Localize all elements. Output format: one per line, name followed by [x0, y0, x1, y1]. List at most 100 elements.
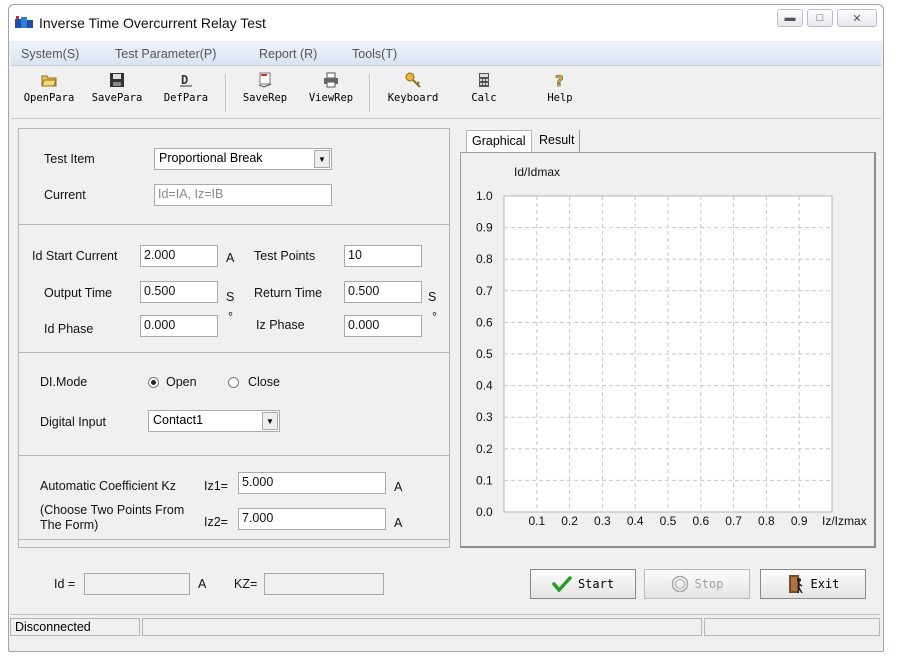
stop-label: Stop [694, 577, 724, 591]
id-phase-label: Id Phase [44, 322, 94, 336]
save-para-label: SavePara [91, 92, 143, 104]
kz-label: Automatic Coefficient Kz [40, 479, 176, 493]
keyboard-label: Keyboard [387, 92, 439, 104]
def-para-button[interactable]: D DefPara [153, 68, 219, 114]
di-mode-label: DI.Mode [40, 375, 88, 389]
kz-result-label: KZ= [234, 577, 258, 591]
y-tick-label: 0.2 [476, 442, 493, 456]
exit-label: Exit [810, 577, 840, 591]
y-tick-label: 0.9 [476, 221, 493, 235]
minimize-button[interactable]: ▬ [777, 9, 803, 27]
di-mode-open-label[interactable]: Open [166, 375, 197, 389]
status-cell-middle [142, 618, 702, 636]
id-start-current-input[interactable]: 2.000 [140, 245, 218, 267]
stop-button[interactable]: Stop [644, 569, 750, 599]
open-para-button[interactable]: OpenPara [17, 68, 81, 114]
calculator-icon [479, 73, 489, 87]
app-icon [15, 16, 33, 28]
iz-phase-input[interactable]: 0.000 [344, 315, 422, 337]
maximize-button[interactable]: □ [807, 9, 833, 27]
save-report-label: SaveRep [242, 92, 288, 104]
y-tick-label: 0.4 [476, 379, 493, 393]
default-params-icon: D [180, 73, 192, 87]
toolbar-separator [225, 74, 227, 112]
x-tick-label: 0.3 [594, 514, 611, 528]
maximize-icon: □ [816, 12, 824, 24]
digital-input-label: Digital Input [40, 415, 107, 429]
view-report-button[interactable]: ViewRep [299, 68, 363, 114]
kz-result-field [264, 573, 384, 595]
y-axis-title: Id/Idmax [514, 165, 560, 179]
current-label: Current [44, 188, 86, 202]
calc-label: Calc [471, 92, 497, 104]
svg-text:?: ? [555, 72, 564, 88]
calc-button[interactable]: Calc [459, 68, 509, 114]
start-button[interactable]: Start [530, 569, 636, 599]
svg-text:D: D [181, 73, 188, 87]
open-para-label: OpenPara [23, 92, 75, 104]
iz2-label: Iz2= [204, 515, 228, 529]
toolbar-separator [369, 74, 371, 112]
help-label: Help [547, 92, 573, 104]
iz-phase-label: Iz Phase [256, 318, 305, 332]
test-item-value: Proportional Break [159, 151, 263, 165]
x-tick-label: 0.6 [692, 514, 709, 528]
menu-report[interactable]: Report (R) [259, 47, 317, 61]
save-para-button[interactable]: SavePara [83, 68, 151, 114]
open-folder-icon [41, 75, 57, 87]
id-start-current-unit: A [226, 251, 235, 265]
y-tick-label: 0.6 [476, 315, 493, 329]
x-tick-label: 0.5 [660, 514, 677, 528]
y-tick-label: 0.3 [476, 410, 493, 424]
ratio-chart: 0.0 0.1 0.2 0.3 0.4 0.5 0.6 0.7 0.8 0.9 1.0 0.1 0.2… [462, 156, 872, 540]
menu-tools[interactable]: Tools(T) [352, 47, 397, 61]
keyboard-button[interactable]: Keyboard [377, 68, 449, 114]
exit-button[interactable]: Exit [760, 569, 866, 599]
y-tick-label: 0.8 [476, 252, 493, 266]
kz-note: (Choose Two Points From The Form) [40, 503, 185, 532]
x-tick-label: 0.7 [725, 514, 742, 528]
output-time-unit: S [226, 290, 235, 304]
return-time-unit: S [428, 290, 437, 304]
output-time-input[interactable]: 0.500 [140, 281, 218, 303]
id-phase-input[interactable]: 0.000 [140, 315, 218, 337]
section-divider [19, 224, 449, 225]
iz2-unit: A [394, 516, 403, 530]
iz1-unit: A [394, 480, 403, 494]
di-mode-close-radio[interactable] [228, 377, 239, 388]
menu-test-parameter[interactable]: Test Parameter(P) [115, 47, 216, 61]
tab-result[interactable]: Result [534, 130, 581, 152]
x-tick-label: 0.2 [561, 514, 578, 528]
y-tick-label: 0.0 [476, 505, 493, 519]
test-points-label: Test Points [254, 249, 316, 263]
test-item-label: Test Item [44, 152, 95, 166]
id-phase-unit: ° [228, 310, 233, 324]
tab-graphical[interactable]: Graphical [466, 130, 532, 152]
x-tick-label: 0.4 [627, 514, 644, 528]
digital-input-select[interactable]: Contact1 ▼ [148, 410, 280, 432]
test-points-input[interactable]: 10 [344, 245, 422, 267]
iz1-input[interactable]: 5.000 [238, 472, 386, 494]
close-button[interactable]: ✕ [837, 9, 877, 27]
help-icon: ? [555, 72, 564, 88]
id-start-current-label: Id Start Current [32, 249, 118, 263]
save-report-button[interactable]: SaveRep [233, 68, 297, 114]
return-time-input[interactable]: 0.500 [344, 281, 422, 303]
printer-icon [324, 72, 338, 88]
di-mode-close-label[interactable]: Close [248, 375, 280, 389]
y-tick-label: 0.7 [476, 284, 493, 298]
status-cell-right [704, 618, 880, 636]
test-item-select[interactable]: Proportional Break ▼ [154, 148, 332, 170]
di-mode-open-radio[interactable] [148, 377, 159, 388]
minimize-icon: ▬ [784, 12, 796, 24]
start-label: Start [577, 577, 615, 591]
section-divider [19, 539, 449, 540]
iz2-input[interactable]: 7.000 [238, 508, 386, 530]
menu-system[interactable]: System(S) [21, 47, 79, 61]
chevron-down-icon[interactable]: ▼ [314, 150, 330, 168]
view-report-label: ViewRep [308, 92, 354, 104]
y-tick-label: 1.0 [476, 189, 493, 203]
chevron-down-icon[interactable]: ▼ [262, 412, 278, 430]
help-button[interactable]: ? Help [535, 68, 585, 114]
iz1-label: Iz1= [204, 479, 228, 493]
